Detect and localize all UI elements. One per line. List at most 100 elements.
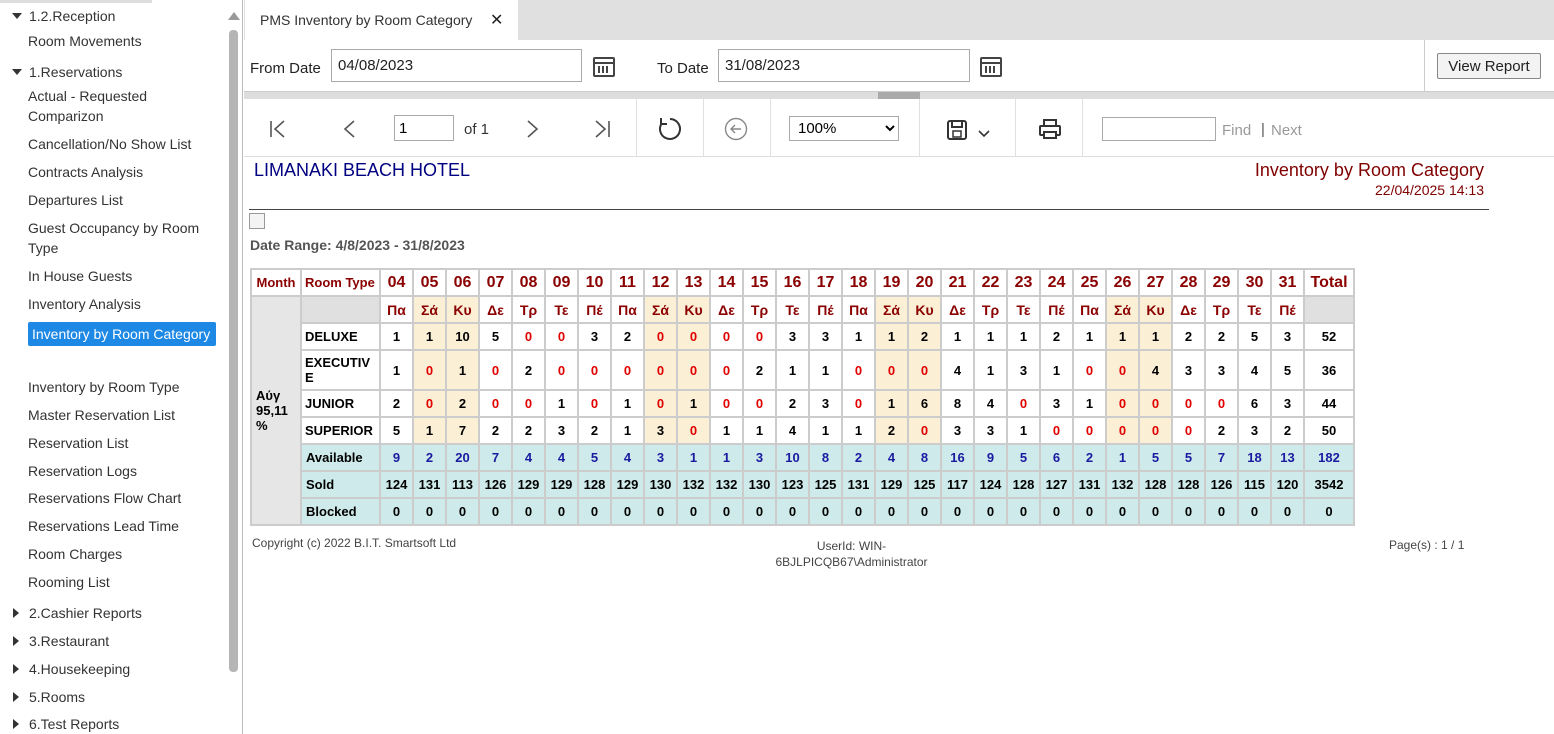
sidebar-item[interactable]: Rooming List [28,572,110,592]
calendar-icon[interactable] [593,57,615,77]
day-header: 26 [1107,270,1138,295]
inventory-cell: 0 [909,351,940,389]
tab-title: PMS Inventory by Room Category [260,12,473,28]
sidebar-item[interactable]: 5.Rooms [29,687,85,707]
caret-down-icon[interactable] [12,69,22,75]
parameter-splitter[interactable] [244,92,1554,99]
sidebar-item[interactable]: 1.2.Reception [29,6,115,26]
sidebar-item[interactable]: Reservation List [28,433,128,453]
caret-right-icon[interactable] [13,636,19,646]
sidebar-item[interactable]: Contracts Analysis [28,162,143,182]
to-date-input[interactable] [718,49,970,82]
sidebar-item[interactable]: Reservations Flow Chart [28,488,181,508]
inventory-cell: 0 [513,324,544,349]
sidebar-item[interactable]: Cancellation/No Show List [28,134,191,154]
caret-down-icon[interactable] [12,13,22,19]
inventory-cell: 1 [711,418,742,443]
tab-inventory-report[interactable]: PMS Inventory by Room Category ✕ [245,0,518,40]
day-header: 10 [579,270,610,295]
sidebar-scrollbar[interactable] [229,30,238,672]
inventory-cell: 3 [810,391,841,416]
weekday-header: Πα [612,297,643,322]
inventory-cell: 6 [1239,391,1270,416]
available-cell: 13 [1272,445,1303,470]
inventory-cell: 0 [711,351,742,389]
weekday-header: Τε [1239,297,1270,322]
inventory-cell: 1 [1041,351,1072,389]
sidebar-item[interactable]: 1.Reservations [29,62,122,82]
inventory-cell: 0 [1140,418,1171,443]
inventory-cell: 0 [711,324,742,349]
available-cell: 7 [480,445,511,470]
user-id: UserId: WIN-6BJLPICQB67\Administrator [775,539,928,569]
sidebar-item[interactable]: 6.Test Reports [29,714,119,734]
inventory-cell: 0 [645,351,676,389]
scroll-up-arrow-icon[interactable] [228,12,240,20]
table-row: EXECUTIVE 1 0 1 0 2 0 0 0 0 0 0 2 1 1 0 0 0 4 1 3 1 0 0 4 3 3 4 5 36 [252,351,1353,389]
find-next-button[interactable]: Next [1271,122,1302,139]
sold-cell: 131 [843,472,874,497]
inventory-cell: 3 [645,418,676,443]
sidebar-item[interactable]: Reservation Logs [28,461,137,481]
caret-right-icon[interactable] [13,608,19,618]
find-input[interactable] [1102,117,1216,141]
col-header-total: Total [1305,270,1353,295]
blocked-cell: 0 [513,499,544,524]
day-header: 22 [975,270,1006,295]
page-number-input[interactable] [394,115,454,141]
collapse-handle-icon[interactable] [878,92,920,99]
sidebar-item[interactable]: 3.Restaurant [29,631,109,651]
caret-right-icon[interactable] [13,719,19,729]
sidebar-item[interactable]: Inventory by Room Category [28,322,216,346]
first-page-icon[interactable] [268,119,288,139]
sidebar-item[interactable]: Actual - Requested Comparizon [28,86,218,126]
view-report-button[interactable]: View Report [1437,53,1541,79]
inventory-cell: 1 [744,418,775,443]
inventory-cell: 2 [1041,324,1072,349]
sidebar-item[interactable]: 2.Cashier Reports [29,603,142,623]
find-button[interactable]: Find [1222,122,1251,139]
blocked-row: Blocked 0 0 0 0 0 0 0 0 0 0 0 0 0 0 0 0 0 0 0 0 0 0 0 0 0 0 0 0 0 [252,499,1353,524]
sidebar-item[interactable]: Departures List [28,190,123,210]
next-page-icon[interactable] [522,119,542,139]
inventory-cell: 2 [513,418,544,443]
inventory-cell: 1 [975,324,1006,349]
sold-cell: 125 [909,472,940,497]
sidebar-item[interactable]: Guest Occupancy by Room Type [28,218,218,258]
calendar-icon[interactable] [980,57,1002,77]
available-cell: 1 [1107,445,1138,470]
chevron-down-icon[interactable] [977,129,991,139]
inventory-cell: 0 [579,391,610,416]
caret-right-icon[interactable] [13,664,19,674]
sidebar-item[interactable]: Inventory Analysis [28,294,141,314]
weekday-header: Πέ [810,297,841,322]
inventory-cell: 2 [513,351,544,389]
sidebar-item[interactable]: Room Movements [28,31,142,51]
from-date-input[interactable] [331,49,582,82]
inventory-cell: 7 [447,418,478,443]
caret-right-icon[interactable] [13,692,19,702]
sidebar-item[interactable]: Reservations Lead Time [28,516,179,536]
sidebar-item[interactable]: In House Guests [28,266,132,286]
sidebar-item[interactable]: Room Charges [28,544,122,564]
sold-cell: 129 [546,472,577,497]
close-icon[interactable]: ✕ [490,10,503,30]
available-cell: 8 [909,445,940,470]
sidebar-item[interactable]: Master Reservation List [28,405,175,425]
last-page-icon[interactable] [592,119,612,139]
blocked-cell: 0 [1074,499,1105,524]
back-icon[interactable] [724,117,748,141]
print-icon[interactable] [1038,118,1062,140]
inventory-cell: 0 [1140,391,1171,416]
sidebar-item[interactable]: 4.Housekeeping [29,659,130,679]
sidebar-item[interactable]: Inventory by Room Type [28,377,179,397]
weekday-header: Τρ [975,297,1006,322]
save-icon[interactable] [946,119,968,141]
zoom-select[interactable]: 100% [789,116,899,141]
blocked-cell: 0 [546,499,577,524]
day-header: 14 [711,270,742,295]
previous-page-icon[interactable] [340,119,360,139]
inventory-cell: 2 [744,351,775,389]
refresh-icon[interactable] [657,116,683,142]
row-total: 44 [1305,391,1353,416]
